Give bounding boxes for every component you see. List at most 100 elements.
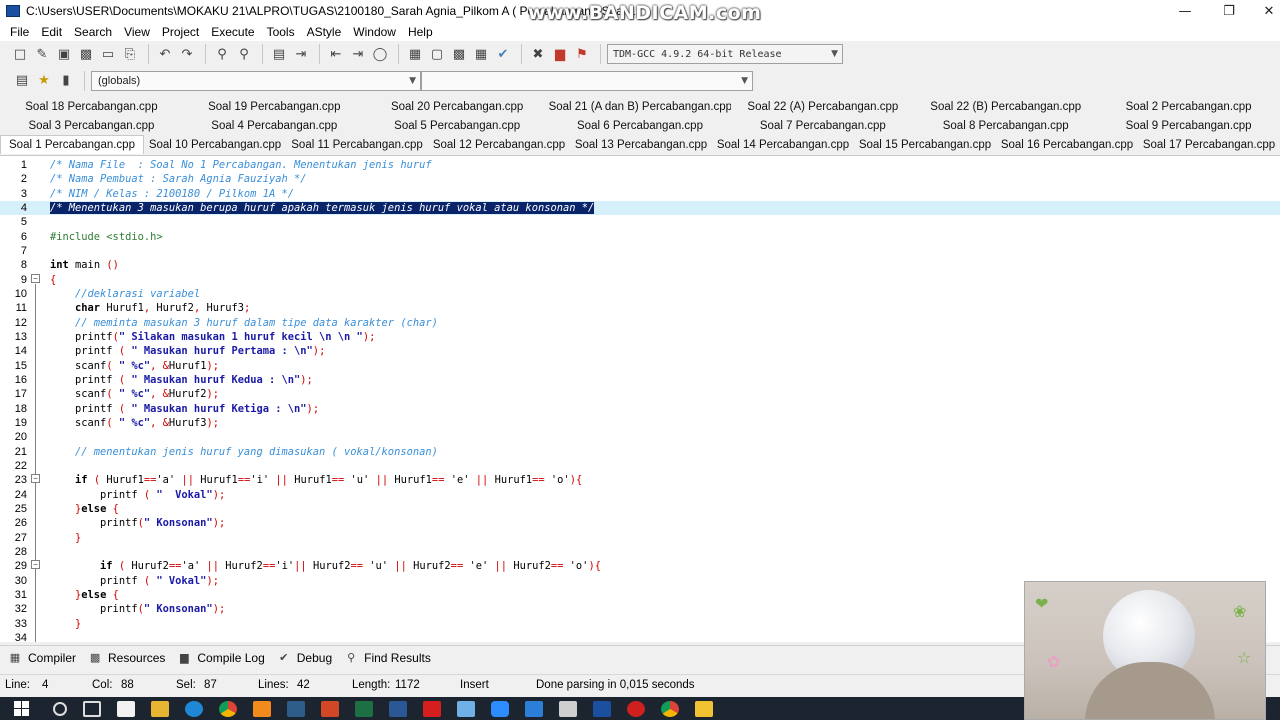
tab-debug[interactable]: ✔ Debug: [277, 651, 332, 665]
tab-soal-12[interactable]: Soal 12 Percabangan.cpp: [428, 139, 570, 151]
code-line[interactable]: 3 /* NIM / Kelas : 2100180 / Pilkom 1A */: [0, 187, 1280, 201]
toggle-comment-icon[interactable]: ◯: [370, 44, 390, 64]
tab-find-results[interactable]: ⚲ Find Results: [344, 651, 431, 665]
code-line[interactable]: 2 /* Nama Pembuat : Sarah Agnia Fauziyah …: [0, 172, 1280, 186]
tab-soal-21[interactable]: Soal 21 (A dan B) Percabangan.cpp: [549, 101, 732, 113]
code-line[interactable]: 25 }else {: [0, 502, 1280, 516]
tab-soal-6[interactable]: Soal 6 Percabangan.cpp: [549, 120, 732, 132]
close-button[interactable]: ✕: [1246, 0, 1280, 22]
close-file-icon[interactable]: ▭: [98, 44, 118, 64]
code-line[interactable]: 7: [0, 244, 1280, 258]
print-icon[interactable]: ⎘: [120, 44, 140, 64]
code-line[interactable]: 15 scanf( " %c", &Huruf1);: [0, 359, 1280, 373]
code-line[interactable]: 16 printf ( " Masukan huruf Kedua : \n")…: [0, 373, 1280, 387]
tool-icon[interactable]: ▦: [471, 44, 491, 64]
tab-soal-10[interactable]: Soal 10 Percabangan.cpp: [144, 139, 286, 151]
indent-right-icon[interactable]: ⇥: [348, 44, 368, 64]
goto-bookmark-icon[interactable]: ▮: [56, 71, 76, 91]
menu-edit[interactable]: Edit: [35, 25, 68, 39]
code-line[interactable]: 10 //deklarasi variabel: [0, 287, 1280, 301]
word-icon[interactable]: [389, 700, 407, 717]
tab-soal-16[interactable]: Soal 16 Percabangan.cpp: [996, 139, 1138, 151]
code-line[interactable]: 19 scanf( " %c", &Huruf3);: [0, 416, 1280, 430]
code-line[interactable]: 13 printf(" Silakan masukan 1 huruf keci…: [0, 330, 1280, 344]
insert-icon[interactable]: ▤: [12, 71, 32, 91]
code-line[interactable]: 18 printf ( " Masukan huruf Ketiga : \n"…: [0, 402, 1280, 416]
replace-icon[interactable]: ⚲: [234, 44, 254, 64]
tab-soal-5[interactable]: Soal 5 Percabangan.cpp: [366, 120, 549, 132]
symbol-select[interactable]: ▼: [421, 70, 753, 91]
minimize-button[interactable]: —: [1162, 0, 1208, 22]
fold-toggle-icon[interactable]: −: [31, 560, 40, 569]
fold-toggle-icon[interactable]: −: [31, 474, 40, 483]
code-line[interactable]: 11 char Huruf1, Huruf2, Huruf3;: [0, 301, 1280, 315]
edge-icon[interactable]: [185, 700, 203, 717]
save-all-icon[interactable]: ▩: [76, 44, 96, 64]
find-icon[interactable]: ⚲: [212, 44, 232, 64]
goto-line-icon[interactable]: ▤: [269, 44, 289, 64]
tab-compiler[interactable]: ▦ Compiler: [8, 651, 76, 665]
powerpoint-icon[interactable]: [321, 700, 339, 717]
chrome-icon[interactable]: [219, 700, 237, 717]
menu-search[interactable]: Search: [68, 25, 118, 39]
menu-help[interactable]: Help: [402, 25, 439, 39]
code-line[interactable]: 21 // menentukan jenis huruf yang dimasu…: [0, 445, 1280, 459]
tab-compile-log[interactable]: ▆ Compile Log: [177, 651, 265, 665]
chrome2-icon[interactable]: [661, 700, 679, 717]
check-syntax-icon[interactable]: ✔: [493, 44, 513, 64]
menu-file[interactable]: File: [4, 25, 35, 39]
windows-start-icon[interactable]: [14, 701, 29, 716]
code-line[interactable]: 23 if ( Huruf1=='a' || Huruf1=='i' || Hu…: [0, 473, 1280, 487]
tab-soal-18[interactable]: Soal 18 Percabangan.cpp: [0, 101, 183, 113]
compiler-select[interactable]: TDM-GCC 4.9.2 64-bit Release ▼: [607, 44, 843, 64]
code-line[interactable]: 17 scanf( " %c", &Huruf2);: [0, 387, 1280, 401]
goto-function-icon[interactable]: ⇥: [291, 44, 311, 64]
record-icon[interactable]: [627, 700, 645, 717]
toggle-bookmark-icon[interactable]: ★: [34, 71, 54, 91]
project-options-icon[interactable]: ▢: [427, 44, 447, 64]
menu-astyle[interactable]: AStyle: [301, 25, 348, 39]
devcpp-task-icon[interactable]: [593, 700, 611, 717]
tab-soal-15[interactable]: Soal 15 Percabangan.cpp: [854, 139, 996, 151]
menu-tools[interactable]: Tools: [261, 25, 301, 39]
zoom-icon[interactable]: [491, 700, 509, 717]
menu-window[interactable]: Window: [347, 25, 402, 39]
tab-soal-22a[interactable]: Soal 22 (A) Percabangan.cpp: [731, 101, 914, 113]
tab-soal-7[interactable]: Soal 7 Percabangan.cpp: [731, 120, 914, 132]
indent-left-icon[interactable]: ⇤: [326, 44, 346, 64]
code-editor[interactable]: 1 /* Nama File : Soal No 1 Percabangan. M…: [0, 155, 1280, 642]
code-line[interactable]: 20: [0, 430, 1280, 444]
class-browser-icon[interactable]: ▩: [449, 44, 469, 64]
code-line[interactable]: 28: [0, 545, 1280, 559]
profile-chart-icon[interactable]: ▆: [550, 44, 570, 64]
tab-resources[interactable]: ▩ Resources: [88, 651, 166, 665]
fold-toggle-icon[interactable]: −: [31, 274, 40, 283]
tab-soal-4[interactable]: Soal 4 Percabangan.cpp: [183, 120, 366, 132]
tab-soal-8[interactable]: Soal 8 Percabangan.cpp: [914, 120, 1097, 132]
tab-soal-22b[interactable]: Soal 22 (B) Percabangan.cpp: [914, 101, 1097, 113]
folder-icon[interactable]: [457, 700, 475, 717]
bandicam-icon[interactable]: [559, 700, 577, 717]
tab-soal-2[interactable]: Soal 2 Percabangan.cpp: [1097, 101, 1280, 113]
code-line[interactable]: 29 if ( Huruf2=='a' || Huruf2=='i'|| Hur…: [0, 559, 1280, 573]
code-line[interactable]: 5: [0, 215, 1280, 229]
menu-project[interactable]: Project: [156, 25, 205, 39]
stop-icon[interactable]: ✖: [528, 44, 548, 64]
code-line[interactable]: 1 /* Nama File : Soal No 1 Percabangan. M…: [0, 158, 1280, 172]
debug-icon[interactable]: ⚑: [572, 44, 592, 64]
tab-soal-19[interactable]: Soal 19 Percabangan.cpp: [183, 101, 366, 113]
vscode-icon[interactable]: [525, 700, 543, 717]
taskbar-app-icon[interactable]: [695, 700, 713, 717]
code-line[interactable]: 24 printf ( " Vokal");: [0, 488, 1280, 502]
code-line[interactable]: 4 /* Menentukan 3 masukan berupa huruf ap…: [0, 200, 1280, 216]
tab-soal-13[interactable]: Soal 13 Percabangan.cpp: [570, 139, 712, 151]
tab-soal-11[interactable]: Soal 11 Percabangan.cpp: [286, 139, 428, 151]
file-explorer-icon[interactable]: [151, 700, 169, 717]
tab-soal-1[interactable]: Soal 1 Percabangan.cpp: [0, 135, 144, 154]
code-line[interactable]: 9{: [0, 273, 1280, 287]
tab-soal-20[interactable]: Soal 20 Percabangan.cpp: [366, 101, 549, 113]
code-line[interactable]: 27 }: [0, 531, 1280, 545]
open-file-icon[interactable]: ✎: [32, 44, 52, 64]
code-line[interactable]: 26 printf(" Konsonan");: [0, 516, 1280, 530]
acrobat-icon[interactable]: [423, 700, 441, 717]
